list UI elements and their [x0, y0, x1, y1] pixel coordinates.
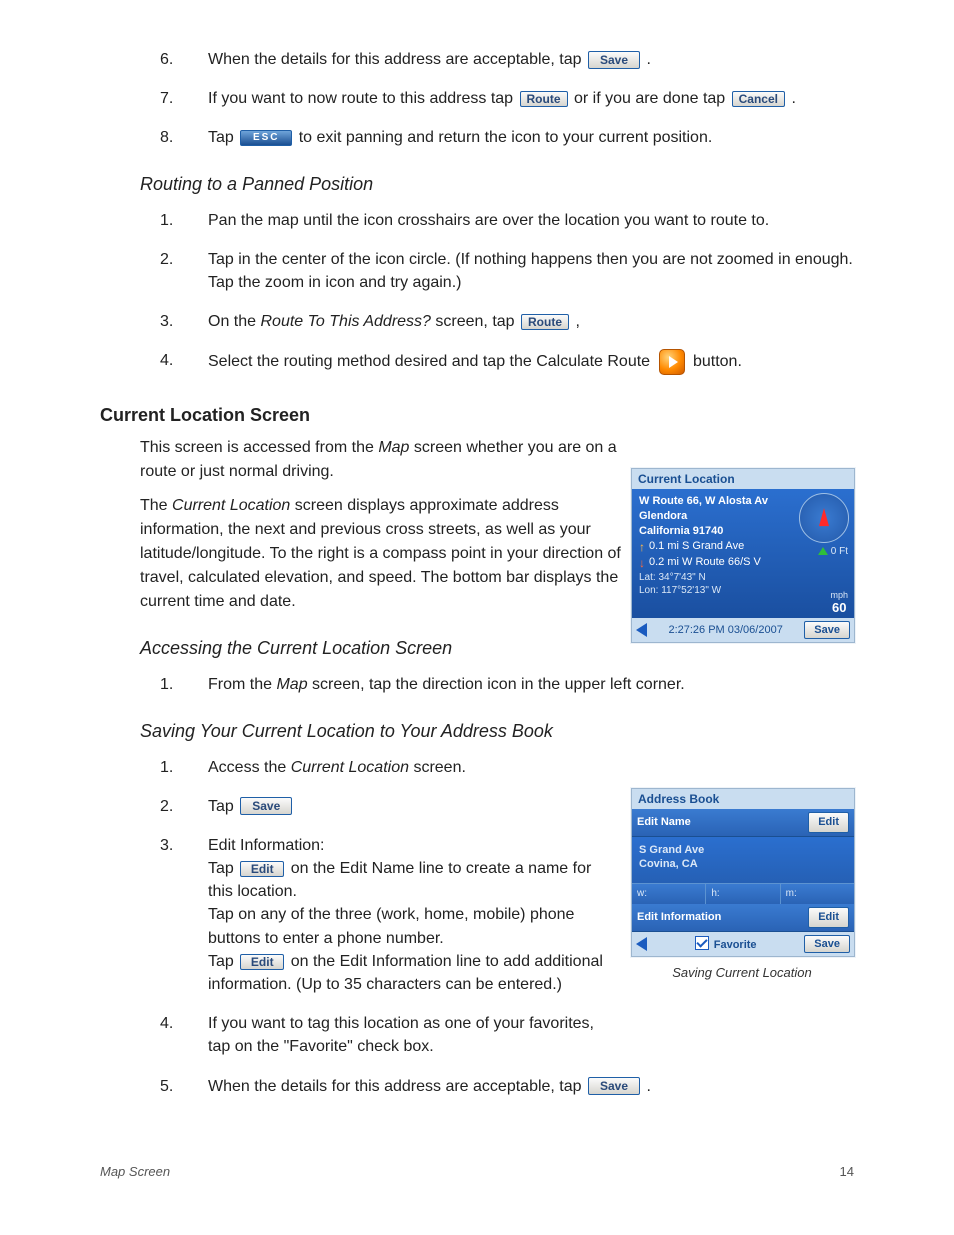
screen-title: Address Book [632, 789, 854, 809]
edit-button[interactable]: Edit [240, 861, 284, 877]
footer-section: Map Screen [100, 1164, 170, 1179]
save-button[interactable]: Save [240, 797, 292, 815]
curloc-para-2: The Current Location screen displays app… [140, 494, 640, 614]
save-step-5: 5. When the details for this address are… [160, 1075, 854, 1098]
speed-readout: mph60 [830, 589, 848, 614]
arrow-down-icon: ↓ [639, 555, 645, 571]
compass-icon [799, 493, 849, 543]
edit-button[interactable]: Edit [808, 907, 849, 928]
edit-button[interactable]: Edit [240, 954, 284, 970]
heading-routing-panned: Routing to a Panned Position [140, 174, 854, 195]
cancel-button[interactable]: Cancel [732, 91, 785, 107]
page-footer: Map Screen 14 [100, 1164, 854, 1179]
top-steps-list: 6. When the details for this address are… [100, 48, 854, 150]
pan-step-4: 4. Select the routing method desired and… [160, 349, 854, 375]
address-book-screenshot: Address Book Edit Name Edit S Grand Ave … [631, 788, 853, 980]
edit-info-label: Edit Information [637, 910, 721, 925]
edit-name-label: Edit Name [637, 815, 691, 830]
save-button[interactable]: Save [804, 935, 850, 953]
back-icon[interactable] [636, 623, 647, 637]
home-phone-field[interactable]: h: [706, 884, 780, 904]
screen-title: Current Location [632, 469, 854, 489]
address-block: S Grand Ave Covina, CA [632, 837, 854, 884]
pan-step-1: 1. Pan the map until the icon crosshairs… [160, 209, 854, 232]
heading-current-location: Current Location Screen [100, 405, 854, 426]
route-button[interactable]: Route [520, 91, 568, 107]
access-steps-list: 1. From the Map screen, tap the directio… [100, 673, 854, 696]
save-button[interactable]: Save [588, 51, 640, 69]
route-button[interactable]: Route [521, 314, 569, 330]
calculate-route-icon[interactable] [659, 349, 685, 375]
back-icon[interactable] [636, 937, 647, 951]
pan-step-3: 3. On the Route To This Address? screen,… [160, 310, 854, 333]
save-button[interactable]: Save [804, 621, 850, 639]
step-8: 8. Tap ESC to exit panning and return th… [160, 126, 854, 149]
page-number: 14 [840, 1164, 854, 1179]
save-step-1: 1. Access the Current Location screen. [160, 756, 854, 779]
heading-saving: Saving Your Current Location to Your Add… [140, 721, 854, 742]
edit-button[interactable]: Edit [808, 812, 849, 833]
esc-button[interactable]: ESC [240, 130, 292, 146]
work-phone-field[interactable]: w: [632, 884, 706, 904]
favorite-checkbox[interactable] [695, 936, 709, 950]
access-step-1: 1. From the Map screen, tap the directio… [160, 673, 854, 696]
curloc-para-1: This screen is accessed from the Map scr… [140, 436, 640, 484]
pan-steps-list: 1. Pan the map until the icon crosshairs… [100, 209, 854, 376]
datetime-readout: 2:27:26 PM 03/06/2007 [653, 624, 798, 636]
elevation-icon [818, 547, 828, 555]
elevation-readout: 0 Ft [818, 545, 848, 559]
current-location-screenshot: Current Location W Route 66, W Alosta Av… [631, 468, 853, 643]
mobile-phone-field[interactable]: m: [781, 884, 854, 904]
save-step-4: 4. If you want to tag this location as o… [160, 1012, 854, 1058]
pan-step-2: 2. Tap in the center of the icon circle.… [160, 248, 854, 294]
arrow-up-icon: ↑ [639, 539, 645, 555]
step-7: 7. If you want to now route to this addr… [160, 87, 854, 110]
step-6: 6. When the details for this address are… [160, 48, 854, 71]
save-button[interactable]: Save [588, 1077, 640, 1095]
figure-caption: Saving Current Location [631, 965, 853, 980]
